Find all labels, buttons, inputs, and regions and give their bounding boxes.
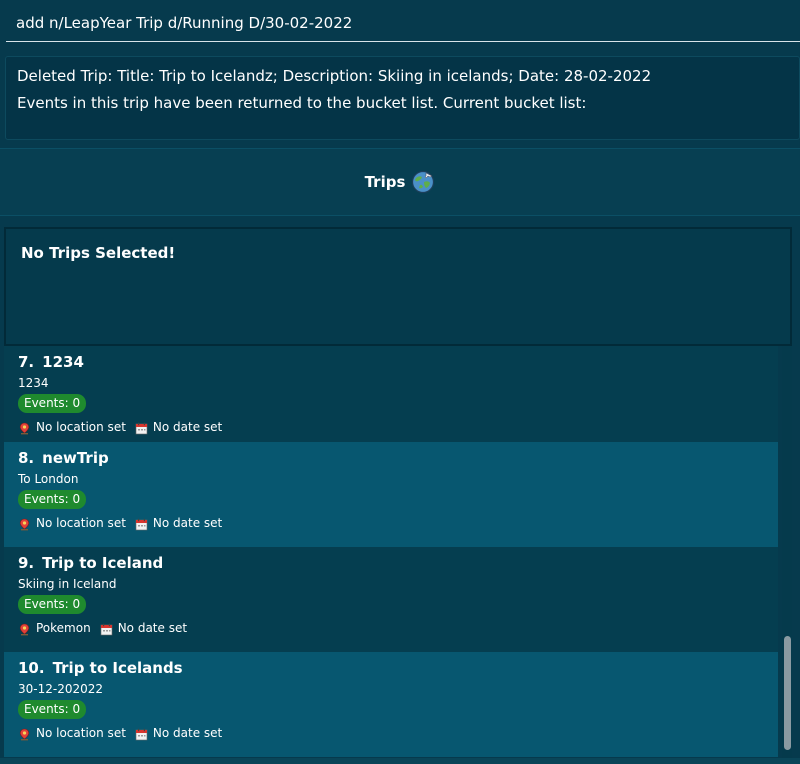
trips-header-title: Trips <box>364 173 406 191</box>
location-pin-icon <box>18 517 31 530</box>
events-badge: Events: 0 <box>18 490 87 509</box>
globe-icon <box>411 170 435 194</box>
events-badge: Events: 0 <box>18 394 87 413</box>
trip-location: No location set <box>36 516 126 530</box>
trip-meta: No location set No date set <box>18 513 764 533</box>
location-pin-icon <box>18 727 31 740</box>
trip-description: To London <box>18 472 79 486</box>
trip-title: 8. newTrip <box>18 446 764 470</box>
result-line-1: Deleted Trip: Title: Trip to Icelandz; D… <box>17 67 652 85</box>
calendar-icon <box>135 517 148 530</box>
trip-description: 30-12-202022 <box>18 682 104 696</box>
trips-header: Trips <box>0 148 800 216</box>
trip-description: Skiing in Iceland <box>18 577 117 591</box>
trip-card[interactable]: 8. newTrip To London Events: 0 No locatio… <box>4 442 778 547</box>
trip-card[interactable]: 10. Trip to Icelands 30-12-202022 Events:… <box>4 652 778 757</box>
trip-index: 7. <box>18 353 35 371</box>
trip-title: 7. 1234 <box>18 350 764 374</box>
trip-date: No date set <box>152 726 223 740</box>
trip-location: Pokemon <box>36 621 91 635</box>
events-badge: Events: 0 <box>18 700 87 719</box>
trip-name: newTrip <box>42 449 109 467</box>
trip-index: 10. <box>18 659 45 677</box>
command-box <box>0 0 800 48</box>
trip-title: 10. Trip to Icelands <box>18 656 764 680</box>
trip-index: 8. <box>18 449 35 467</box>
trip-list[interactable]: 7. 1234 1234 Events: 0 No location set No… <box>4 346 792 758</box>
trip-meta: No location set No date set <box>18 723 764 743</box>
trip-list-scrollbar[interactable] <box>782 346 792 758</box>
trip-card[interactable]: 9. Trip to Iceland Skiing in Iceland Even… <box>4 547 778 652</box>
trip-title: 9. Trip to Iceland <box>18 551 764 575</box>
calendar-icon <box>135 727 148 740</box>
trip-date: No date set <box>152 420 223 434</box>
trip-name: Trip to Iceland <box>42 554 164 572</box>
trip-location: No location set <box>36 726 126 740</box>
no-trip-selected-text: No Trips Selected! <box>21 244 176 262</box>
trip-meta: No location set No date set <box>18 417 764 437</box>
bottom-border <box>0 758 800 764</box>
trip-date: No date set <box>152 516 223 530</box>
trip-card[interactable]: 7. 1234 1234 Events: 0 No location set No… <box>4 346 778 451</box>
scrollbar-thumb[interactable] <box>784 636 791 750</box>
location-pin-icon <box>18 421 31 434</box>
calendar-icon <box>135 421 148 434</box>
trip-meta: Pokemon No date set <box>18 618 764 638</box>
selected-trip-panel: No Trips Selected! <box>4 227 792 346</box>
trip-description: 1234 <box>18 376 49 390</box>
trip-name: 1234 <box>42 353 84 371</box>
trip-date: No date set <box>117 621 188 635</box>
trip-index: 9. <box>18 554 35 572</box>
result-line-2: Events in this trip have been returned t… <box>17 94 587 112</box>
location-pin-icon <box>18 622 31 635</box>
trip-location: No location set <box>36 420 126 434</box>
trip-name: Trip to Icelands <box>52 659 183 677</box>
result-display: Deleted Trip: Title: Trip to Icelandz; D… <box>5 56 800 140</box>
events-badge: Events: 0 <box>18 595 87 614</box>
calendar-icon <box>100 622 113 635</box>
command-input[interactable] <box>6 4 800 42</box>
